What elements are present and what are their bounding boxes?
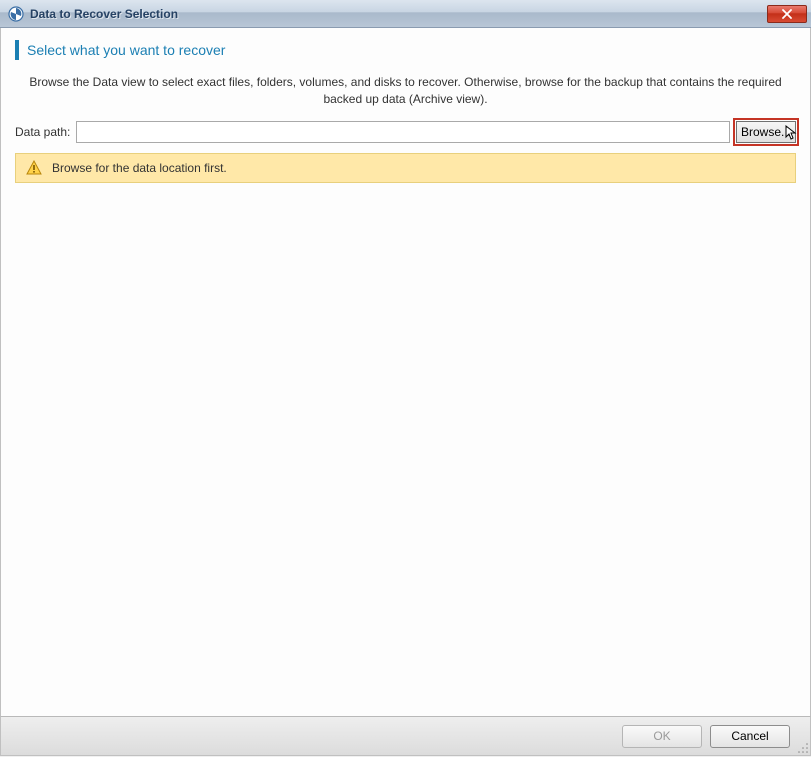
ok-button: OK bbox=[622, 725, 702, 748]
section-heading: Select what you want to recover bbox=[27, 42, 225, 58]
data-path-label: Data path: bbox=[15, 125, 70, 139]
warning-icon bbox=[26, 160, 42, 176]
instruction-text: Browse the Data view to select exact fil… bbox=[15, 74, 796, 109]
warning-message: Browse for the data location first. bbox=[52, 161, 227, 175]
data-path-input[interactable] bbox=[76, 121, 730, 143]
close-button[interactable] bbox=[767, 5, 807, 23]
content-spacer bbox=[15, 183, 796, 716]
heading-row: Select what you want to recover bbox=[15, 40, 796, 60]
dialog-footer: OK Cancel bbox=[0, 716, 811, 756]
warning-bar: Browse for the data location first. bbox=[15, 153, 796, 183]
window-title: Data to Recover Selection bbox=[30, 7, 767, 21]
resize-grip[interactable] bbox=[797, 742, 809, 754]
browse-button[interactable]: Browse... bbox=[736, 121, 796, 143]
close-icon bbox=[782, 9, 792, 19]
content-area: Select what you want to recover Browse t… bbox=[0, 28, 811, 716]
app-icon bbox=[8, 6, 24, 22]
cancel-button[interactable]: Cancel bbox=[710, 725, 790, 748]
browse-button-label: Browse... bbox=[741, 125, 791, 139]
heading-accent-bar bbox=[15, 40, 19, 60]
data-path-row: Data path: Browse... bbox=[15, 121, 796, 143]
titlebar: Data to Recover Selection bbox=[0, 0, 811, 28]
